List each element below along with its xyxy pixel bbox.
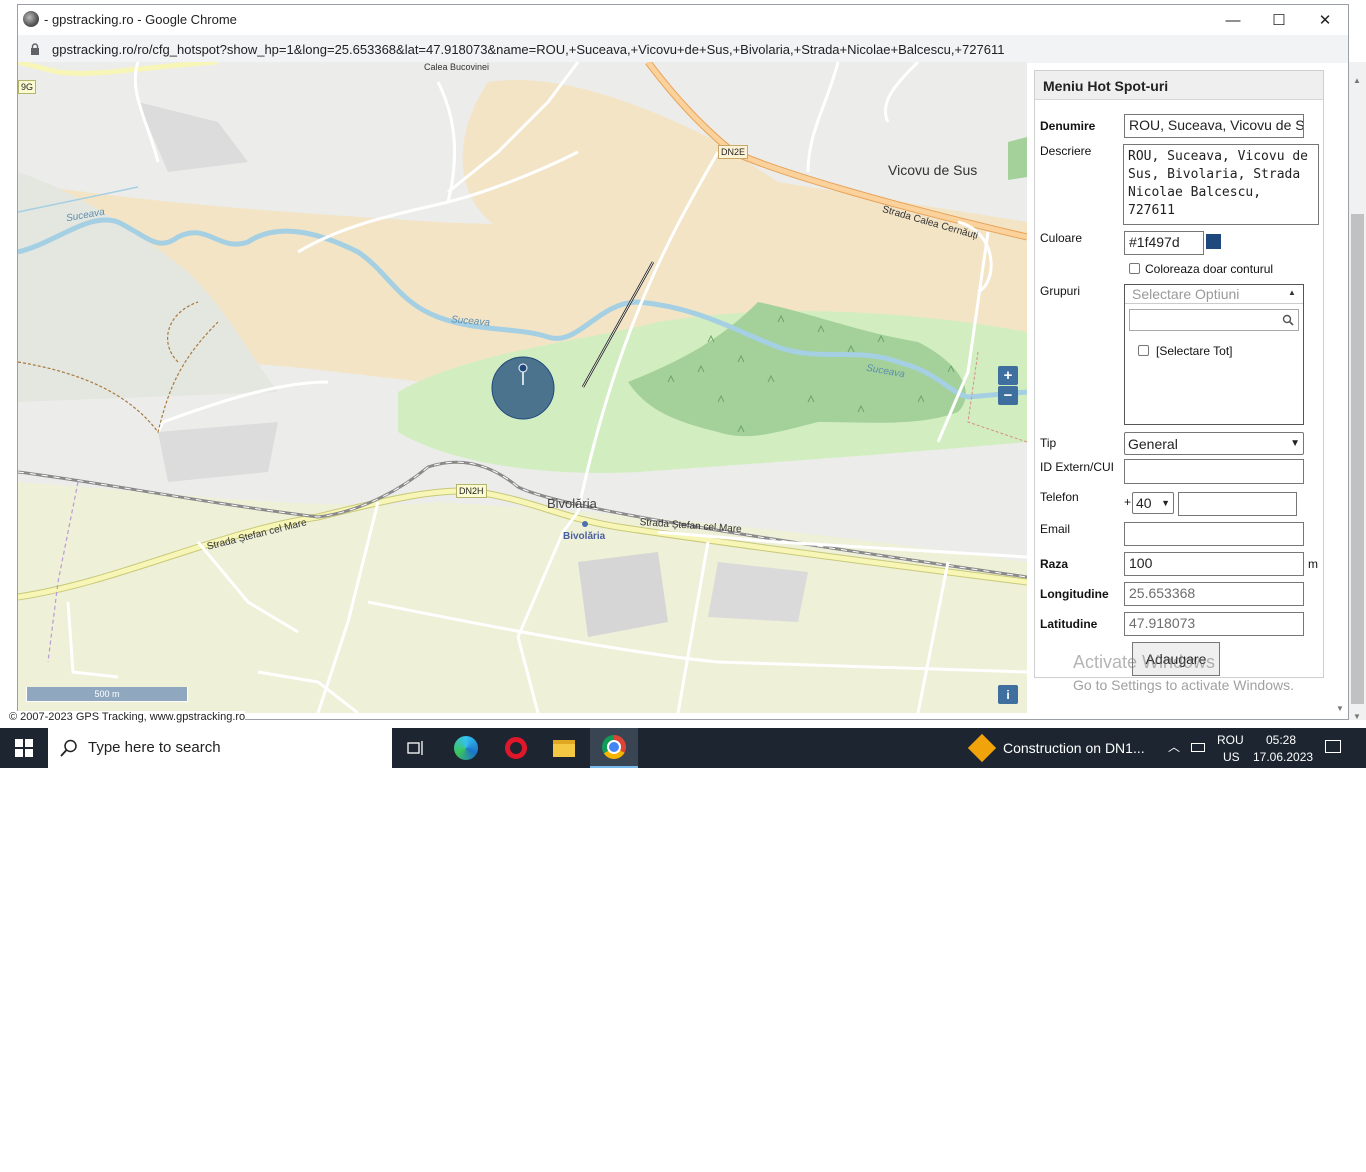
grupuri-dropdown-header[interactable]: Selectare Optiuni ▲ <box>1125 285 1303 304</box>
map-view[interactable]: Vicovu de Sus Bivolăria Bivolăria DN2E D… <box>18 62 1027 713</box>
descriere-textarea[interactable]: ROU, Suceava, Vicovu de Sus, Bivolaria, … <box>1123 144 1319 225</box>
search-icon <box>1282 314 1294 326</box>
map-canvas <box>18 62 1027 713</box>
minimize-button[interactable]: — <box>1210 5 1256 35</box>
telefon-label: Telefon <box>1040 490 1079 504</box>
raza-label: Raza <box>1040 557 1069 571</box>
chevron-down-icon: ▼ <box>1161 498 1170 508</box>
map-label-bivolaria-station: Bivolăria <box>563 531 606 542</box>
grupuri-search-input[interactable] <box>1129 309 1299 331</box>
telefon-plus: + <box>1124 495 1132 509</box>
search-icon <box>60 739 77 757</box>
activate-windows-title: Activate Windows <box>1073 652 1216 672</box>
maximize-button[interactable]: ☐ <box>1256 5 1302 35</box>
denumire-label: Denumire <box>1040 119 1096 133</box>
id-extern-label: ID Extern/CUI <box>1040 460 1115 474</box>
panel-title: Meniu Hot Spot-uri <box>1043 78 1169 94</box>
latitudine-input[interactable]: 47.918073 <box>1124 612 1304 636</box>
grupuri-multiselect: Selectare Optiuni ▲ [Selectare Tot] <box>1124 284 1304 425</box>
window-title: - gpstracking.ro - Google Chrome <box>44 12 237 27</box>
street-label: Calea Bucovinei <box>424 62 490 72</box>
telefon-prefix-select[interactable]: 40 ▼ <box>1132 492 1174 514</box>
battery-icon[interactable] <box>1191 743 1205 752</box>
scale-label: 500 m <box>94 689 120 699</box>
road-badge-9g: 9G <box>18 80 37 94</box>
caret-up-icon: ▲ <box>1288 288 1296 297</box>
address-bar[interactable]: gpstracking.ro/ro/cfg_hotspot?show_hp=1&… <box>18 35 1348 63</box>
telefon-prefix-value: 40 <box>1136 495 1152 511</box>
opera-icon[interactable] <box>492 728 540 768</box>
task-view-icon[interactable] <box>392 728 440 768</box>
start-button[interactable] <box>0 728 48 768</box>
news-widget[interactable]: Construction on DN1... <box>1003 740 1145 756</box>
coloreaza-checkbox[interactable] <box>1129 263 1140 274</box>
tip-select[interactable]: General ▼ <box>1124 432 1304 455</box>
page-scrollbar[interactable]: ▲ ▼ <box>1349 62 1366 721</box>
road-badge-dn2h: DN2H <box>456 484 487 498</box>
map-label-bivolaria: Bivolăria <box>547 496 597 511</box>
grupuri-label: Grupuri <box>1040 284 1081 298</box>
inner-scroll-down-arrow-icon[interactable]: ▼ <box>1336 704 1344 713</box>
descriere-label: Descriere <box>1040 144 1092 158</box>
url-text[interactable]: gpstracking.ro/ro/cfg_hotspot?show_hp=1&… <box>52 42 1004 57</box>
copyright-text[interactable]: © 2007-2023 GPS Tracking, www.gpstrackin… <box>9 711 246 723</box>
file-explorer-icon[interactable] <box>540 728 588 768</box>
selectare-tot-checkbox[interactable] <box>1138 345 1149 356</box>
close-button[interactable]: ✕ <box>1302 5 1348 35</box>
culoare-input[interactable]: #1f497d <box>1124 231 1204 255</box>
denumire-input[interactable]: ROU, Suceava, Vicovu de Sus, Bivolaria, … <box>1124 114 1304 138</box>
email-label: Email <box>1040 522 1071 536</box>
chrome-app-icon <box>23 11 39 27</box>
chevron-up-icon[interactable]: ︿ <box>1168 738 1180 755</box>
grupuri-placeholder: Selectare Optiuni <box>1132 286 1240 302</box>
culoare-label: Culoare <box>1040 231 1083 245</box>
scroll-down-arrow-icon[interactable]: ▼ <box>1353 712 1361 721</box>
longitudine-input[interactable]: 25.653368 <box>1124 582 1304 606</box>
language-code[interactable]: ROU <box>1217 733 1244 747</box>
lock-icon <box>31 43 39 55</box>
scroll-thumb[interactable] <box>1351 214 1364 704</box>
edge-icon[interactable] <box>442 728 490 768</box>
title-bar: - gpstracking.ro - Google Chrome — ☐ ✕ <box>18 5 1348 35</box>
tip-selected-value: General <box>1128 435 1178 452</box>
notifications-icon[interactable] <box>1325 740 1341 753</box>
coloreaza-label: Coloreaza doar conturul <box>1145 262 1274 276</box>
map-label-vicovu: Vicovu de Sus <box>888 162 978 178</box>
windows-logo-icon <box>15 739 33 757</box>
road-badge-dn2e: DN2E <box>718 145 749 159</box>
clock-date[interactable]: 17.06.2023 <box>1253 750 1313 764</box>
email-input[interactable] <box>1124 522 1304 546</box>
telefon-input[interactable] <box>1178 492 1297 516</box>
activate-windows-subtitle: Go to Settings to activate Windows. <box>1073 677 1294 693</box>
keyboard-layout[interactable]: US <box>1223 750 1240 764</box>
zoom-out-button[interactable]: − <box>998 386 1018 405</box>
tip-label: Tip <box>1040 436 1057 450</box>
search-placeholder: Type here to search <box>88 739 221 756</box>
chevron-down-icon: ▼ <box>1290 438 1300 449</box>
info-button[interactable]: i <box>998 685 1018 704</box>
scroll-up-arrow-icon[interactable]: ▲ <box>1353 76 1361 85</box>
chrome-taskbar-icon[interactable] <box>590 728 638 768</box>
taskbar-search-box[interactable]: Type here to search <box>48 728 392 768</box>
selectare-tot-label: [Selectare Tot] <box>1156 344 1233 358</box>
raza-unit: m <box>1308 557 1318 571</box>
id-extern-input[interactable] <box>1124 459 1304 484</box>
latitudine-label: Latitudine <box>1040 617 1098 631</box>
color-swatch[interactable] <box>1206 234 1221 249</box>
clock-time[interactable]: 05:28 <box>1266 733 1296 747</box>
scale-bar: 500 m <box>26 687 188 702</box>
raza-input[interactable]: 100 <box>1124 552 1304 576</box>
longitudine-label: Longitudine <box>1040 587 1109 601</box>
zoom-in-button[interactable]: + <box>998 366 1018 385</box>
